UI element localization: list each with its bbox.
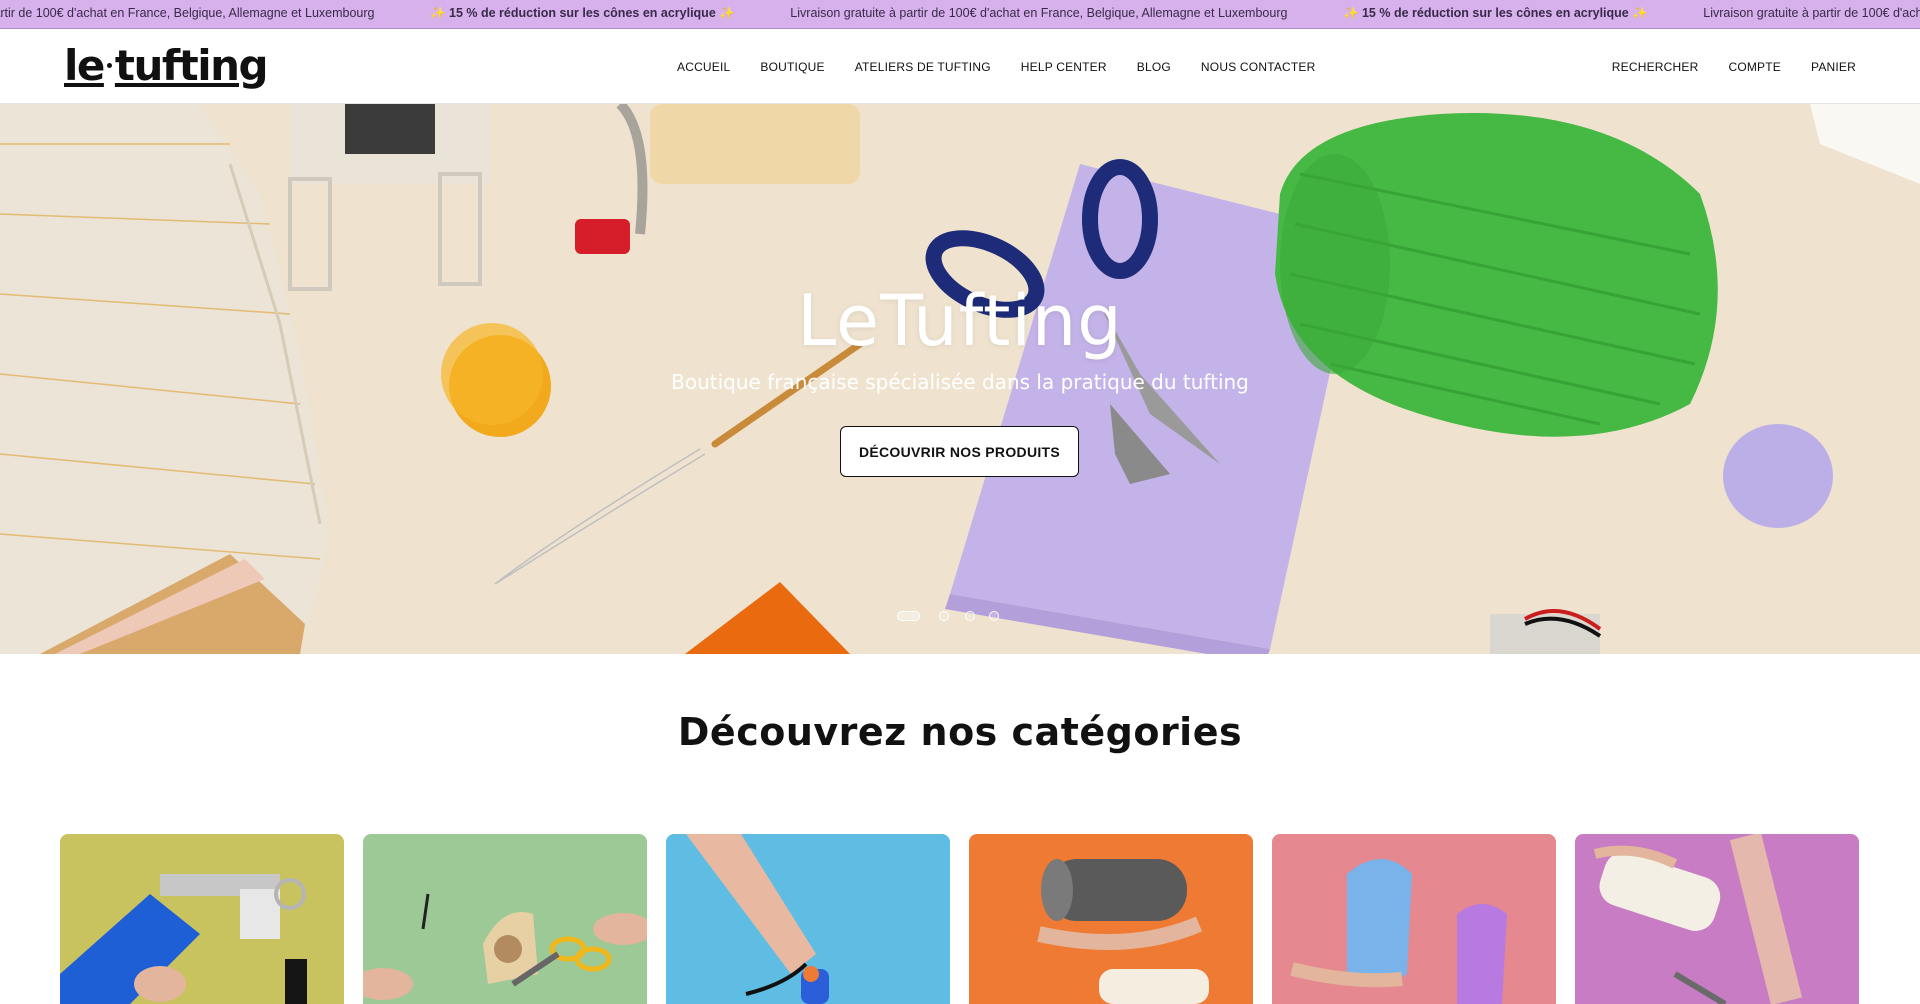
yarn-cones-image (1272, 834, 1556, 1004)
nav-contact[interactable]: NOUS CONTACTER (1201, 60, 1316, 74)
hero-subtitle: Boutique française spécialisée dans la p… (671, 370, 1249, 394)
announcement-message: Livraison gratuite à partir de 100€ d'ac… (790, 6, 1288, 20)
slider-dot-1[interactable] (897, 611, 920, 621)
slider-dots (0, 611, 1920, 623)
hero-banner: LeTufting Boutique française spécialisée… (0, 104, 1920, 654)
header-utility: RECHERCHER COMPTE PANIER (1582, 29, 1856, 104)
tufting-gun-image (60, 834, 344, 1004)
category-card[interactable] (60, 834, 344, 1004)
nav-help-center[interactable]: HELP CENTER (1021, 60, 1107, 74)
tools-scissors-image (363, 834, 647, 1004)
slider-dot-2[interactable] (939, 611, 949, 621)
nav-accueil[interactable]: ACCUEIL (677, 60, 730, 74)
category-card[interactable] (666, 834, 950, 1004)
arm-tool-image (666, 834, 950, 1004)
rolled-fabric-image (969, 834, 1253, 1004)
categories-title: Découvrez nos catégories (677, 710, 1243, 754)
announcement-message: à partir de 100€ d'achat en France, Belg… (0, 6, 375, 20)
main-nav: ACCUEIL BOUTIQUE ATELIERS DE TUFTING HEL… (677, 29, 1346, 104)
logo-dot (106, 63, 112, 68)
announcement-bar: à partir de 100€ d'achat en France, Belg… (0, 0, 1920, 29)
category-cards (60, 834, 1860, 1004)
site-header: le tufting ACCUEIL BOUTIQUE ATELIERS DE … (0, 29, 1920, 104)
nav-boutique[interactable]: BOUTIQUE (760, 60, 824, 74)
cloth-roll-image (1575, 834, 1859, 1004)
category-card[interactable] (1272, 834, 1556, 1004)
category-card[interactable] (969, 834, 1253, 1004)
announcement-track: à partir de 100€ d'achat en France, Belg… (0, 0, 1920, 28)
slider-dot-4[interactable] (989, 611, 999, 621)
discover-products-button[interactable]: DÉCOUVRIR NOS PRODUITS (840, 426, 1079, 477)
announcement-message: ✨ 15 % de réduction sur les cônes en acr… (1342, 6, 1648, 20)
category-card[interactable] (1575, 834, 1859, 1004)
account-link[interactable]: COMPTE (1728, 60, 1781, 74)
category-card[interactable] (363, 834, 647, 1004)
logo-text-tufting: tufting (114, 41, 269, 90)
announcement-message: Livraison gratuite à partir de 100€ d'ac… (1703, 6, 1920, 20)
announcement-message: ✨ 15 % de réduction sur les cônes en acr… (429, 6, 735, 20)
hero-content: LeTufting Boutique française spécialisée… (0, 104, 1920, 654)
nav-ateliers[interactable]: ATELIERS DE TUFTING (855, 60, 991, 74)
cart-link[interactable]: PANIER (1811, 60, 1856, 74)
site-logo[interactable]: le tufting (64, 41, 269, 91)
logo-text-le: le (64, 41, 105, 90)
slider-dot-3[interactable] (965, 611, 975, 621)
search-link[interactable]: RECHERCHER (1612, 60, 1699, 74)
hero-title: LeTufting (797, 280, 1123, 362)
nav-blog[interactable]: BLOG (1137, 60, 1171, 74)
